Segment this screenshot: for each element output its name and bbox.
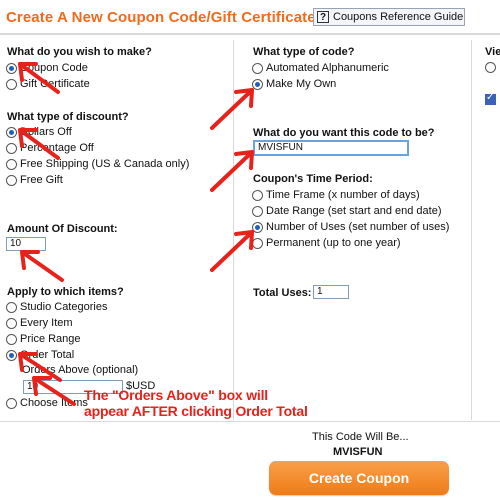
- radio-button[interactable]: [6, 142, 17, 154]
- radio-button[interactable]: [252, 237, 263, 249]
- option-label: Number of Uses (set number of uses): [266, 221, 450, 233]
- radio-button[interactable]: [252, 221, 263, 233]
- annotation-line-2: appear AFTER clicking Order Total: [84, 403, 308, 419]
- option-label: Make My Own: [266, 78, 337, 90]
- discount-option-percentage-off[interactable]: Percentage Off: [6, 142, 94, 154]
- radio-button[interactable]: [6, 126, 17, 138]
- code-type-heading: What type of code?: [253, 46, 355, 58]
- arrow-to-amount: [20, 250, 64, 282]
- discount-option-free-shipping[interactable]: Free Shipping (US & Canada only): [6, 158, 189, 170]
- footer-divider: [0, 421, 500, 422]
- apply-to-heading: Apply to which items?: [7, 286, 124, 298]
- radio-button[interactable]: [485, 62, 496, 73]
- radio-button[interactable]: [252, 205, 263, 217]
- amount-input[interactable]: 10: [6, 237, 46, 251]
- radio-button[interactable]: [6, 174, 17, 186]
- option-label: Coupon Code: [20, 62, 88, 74]
- amount-heading: Amount Of Discount:: [7, 223, 118, 235]
- option-label: Order Total: [20, 349, 75, 361]
- radio-button[interactable]: [6, 333, 17, 345]
- code-type-option-make-my-own[interactable]: Make My Own: [252, 78, 336, 90]
- radio-button[interactable]: [252, 78, 263, 90]
- radio-button[interactable]: [6, 301, 17, 313]
- create-coupon-button[interactable]: Create Coupon: [269, 461, 449, 495]
- arrow-to-number-of-uses: [210, 230, 254, 272]
- time-period-heading: Coupon's Time Period:: [253, 173, 373, 185]
- option-label: Every Item: [20, 317, 73, 329]
- time-option-time-frame[interactable]: Time Frame (x number of days): [252, 189, 420, 201]
- option-label: Date Range (set start and end date): [266, 205, 442, 217]
- discount-option-free-gift[interactable]: Free Gift: [6, 174, 63, 186]
- option-label: Percentage Off: [20, 142, 94, 154]
- code-type-option-automated[interactable]: Automated Alphanumeric: [252, 62, 389, 74]
- apply-option-order-total[interactable]: Order Total: [6, 349, 74, 361]
- help-icon: ?: [317, 11, 329, 23]
- discount-option-dollars-off[interactable]: Dollars Off: [6, 126, 72, 138]
- preview-label: This Code Will Be...: [312, 431, 409, 443]
- apply-option-every-item[interactable]: Every Item: [6, 317, 73, 329]
- make-heading: What do you wish to make?: [7, 46, 152, 58]
- orders-above-label: Orders Above (optional): [22, 364, 139, 376]
- page-title: Create A New Coupon Code/Gift Certificat…: [6, 9, 316, 26]
- right-column-heading: Vie: [485, 46, 500, 58]
- option-label: Choose Items: [20, 397, 88, 409]
- checkbox[interactable]: [485, 92, 496, 105]
- annotation-arrows: [18, 62, 254, 406]
- annotation-line-1: The "Orders Above" box will: [84, 387, 268, 403]
- option-label: Price Range: [20, 333, 81, 345]
- annotation-note: The "Orders Above" box will appear AFTER…: [84, 387, 308, 419]
- option-label: Studio Categories: [20, 301, 108, 313]
- coupons-reference-guide-button[interactable]: ? Coupons Reference Guide: [313, 8, 465, 26]
- right-column-checkbox[interactable]: [485, 92, 496, 105]
- option-label: Time Frame (x number of days): [266, 189, 420, 201]
- option-label: Dollars Off: [20, 126, 72, 138]
- total-uses-label: Total Uses:: [253, 287, 312, 299]
- option-label: Free Shipping (US & Canada only): [20, 158, 190, 170]
- total-uses-input[interactable]: 1: [313, 285, 349, 299]
- preview-code: MVISFUN: [333, 446, 383, 458]
- radio-button[interactable]: [252, 189, 263, 201]
- option-label: Free Gift: [20, 174, 63, 186]
- code-value-heading: What do you want this code to be?: [253, 127, 435, 139]
- radio-button[interactable]: [6, 397, 17, 409]
- time-option-number-of-uses[interactable]: Number of Uses (set number of uses): [252, 221, 449, 233]
- apply-option-choose-items[interactable]: Choose Items: [6, 397, 88, 409]
- apply-option-price-range[interactable]: Price Range: [6, 333, 81, 345]
- code-value-input[interactable]: MVISFUN: [253, 140, 409, 156]
- make-option-gift-certificate[interactable]: Gift Certificate: [6, 78, 90, 90]
- make-option-coupon-code[interactable]: Coupon Code: [6, 62, 88, 74]
- discount-type-heading: What type of discount?: [7, 111, 129, 123]
- apply-option-studio-categories[interactable]: Studio Categories: [6, 301, 107, 313]
- column-divider-left: [233, 40, 234, 420]
- radio-button[interactable]: [252, 62, 263, 74]
- radio-button[interactable]: [6, 349, 17, 361]
- radio-button[interactable]: [6, 317, 17, 329]
- header-divider: [0, 33, 500, 35]
- radio-button[interactable]: [6, 62, 17, 74]
- arrow-to-make-my-own: [210, 88, 254, 130]
- column-divider-right: [471, 40, 472, 420]
- option-label: Permanent (up to one year): [266, 237, 401, 249]
- help-button-label: Coupons Reference Guide: [333, 11, 464, 23]
- right-column-radio[interactable]: [485, 62, 496, 73]
- time-option-date-range[interactable]: Date Range (set start and end date): [252, 205, 442, 217]
- time-option-permanent[interactable]: Permanent (up to one year): [252, 237, 401, 249]
- radio-button[interactable]: [6, 78, 17, 90]
- radio-button[interactable]: [6, 158, 17, 170]
- option-label: Automated Alphanumeric: [266, 62, 389, 74]
- arrow-to-code-input: [210, 150, 254, 192]
- option-label: Gift Certificate: [20, 78, 90, 90]
